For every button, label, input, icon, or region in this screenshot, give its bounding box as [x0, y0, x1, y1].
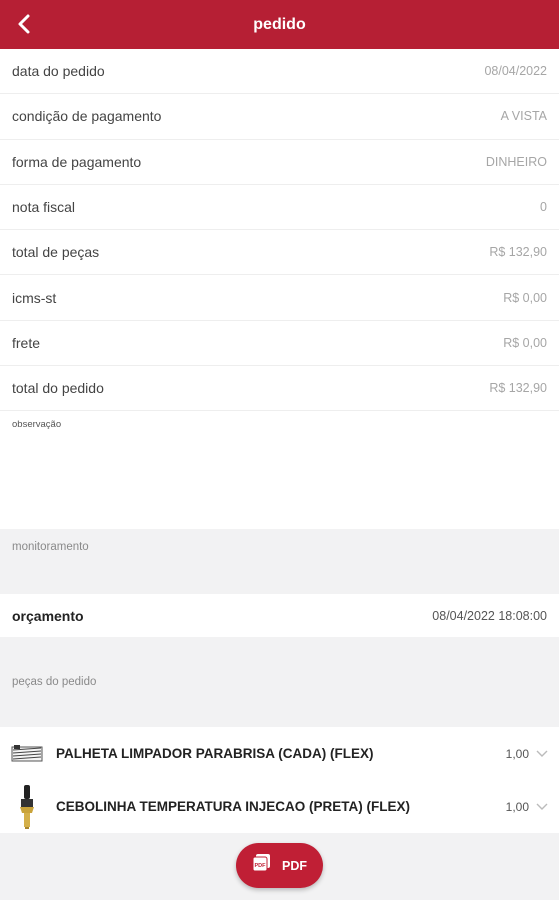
item-quantity: 1,00	[505, 799, 529, 814]
detail-value: R$ 132,90	[489, 381, 547, 396]
detail-value: R$ 132,90	[489, 245, 547, 260]
monitoring-row: orçamento 08/04/2022 18:08:00	[0, 594, 559, 637]
temperature-sensor-icon	[10, 784, 44, 830]
detail-row-parts-total: total de peças R$ 132,90	[0, 230, 559, 276]
item-name: CEBOLINHA TEMPERATURA INJECAO (PRETA) (F…	[56, 799, 410, 814]
app-header: pedido	[0, 0, 559, 49]
detail-label: icms-st	[12, 289, 57, 306]
list-item[interactable]: CEBOLINHA TEMPERATURA INJECAO (PRETA) (F…	[0, 780, 559, 833]
detail-label: forma de pagamento	[12, 153, 142, 170]
detail-label: data do pedido	[12, 63, 105, 80]
detail-value: R$ 0,00	[503, 290, 547, 305]
item-quantity: 1,00	[505, 746, 529, 761]
observation-label: observação	[12, 419, 62, 431]
chevron-down-icon[interactable]	[535, 747, 549, 761]
detail-value: 0	[540, 200, 547, 215]
item-name: PALHETA LIMPADOR PARABRISA (CADA) (FLEX)	[56, 746, 374, 761]
monitoring-section-label: monitoramento	[12, 541, 89, 553]
chevron-down-icon[interactable]	[535, 800, 549, 814]
monitoring-date: 08/04/2022 18:08:00	[432, 608, 547, 623]
detail-label: condição de pagamento	[12, 108, 162, 125]
detail-row-shipping: frete R$ 0,00	[0, 321, 559, 367]
detail-row-payment-method: forma de pagamento DINHEIRO	[0, 140, 559, 185]
order-details: data do pedido 08/04/2022 condição de pa…	[0, 49, 559, 529]
parts-section-label: peças do pedido	[12, 676, 97, 688]
page-title: pedido	[253, 15, 306, 33]
detail-row-order-date: data do pedido 08/04/2022	[0, 49, 559, 95]
detail-label: frete	[12, 334, 41, 351]
detail-row-invoice: nota fiscal 0	[0, 185, 559, 231]
detail-value: R$ 0,00	[503, 335, 547, 350]
parts-list: PALHETA LIMPADOR PARABRISA (CADA) (FLEX)…	[0, 727, 559, 833]
svg-text:PDF: PDF	[255, 863, 267, 869]
list-item[interactable]: PALHETA LIMPADOR PARABRISA (CADA) (FLEX)…	[0, 727, 559, 780]
detail-row-payment-condition: condição de pagamento A VISTA	[0, 94, 559, 140]
back-button[interactable]	[6, 6, 42, 42]
chevron-left-icon	[18, 14, 30, 34]
wiper-blade-icon	[10, 731, 44, 777]
pdf-file-icon: PDF	[252, 853, 272, 878]
detail-value: A VISTA	[500, 109, 547, 124]
detail-label: nota fiscal	[12, 199, 76, 216]
detail-label: total de peças	[12, 244, 100, 261]
detail-label: total do pedido	[12, 380, 104, 397]
pdf-button-label: PDF	[282, 858, 307, 873]
monitoring-status: orçamento	[12, 607, 84, 624]
detail-row-order-total: total do pedido R$ 132,90	[0, 366, 559, 412]
detail-value: DINHEIRO	[485, 154, 547, 169]
detail-value: 08/04/2022	[484, 64, 547, 79]
pdf-button[interactable]: PDF PDF	[236, 843, 323, 888]
detail-row-icms-st: icms-st R$ 0,00	[0, 275, 559, 321]
